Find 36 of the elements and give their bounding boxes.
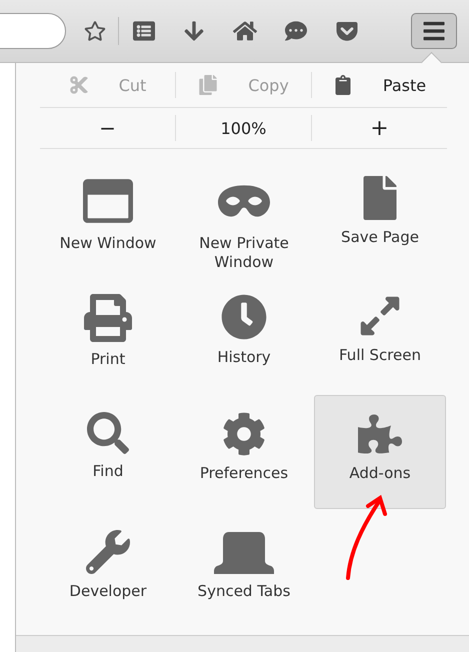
zoom-reset-button[interactable]: 100% (220, 118, 266, 138)
copy-icon (198, 75, 218, 95)
puzzle-icon (358, 412, 402, 456)
menu-item[interactable]: Find (42, 395, 174, 509)
printer-icon (84, 294, 132, 342)
scissors-icon (68, 75, 89, 95)
address-field[interactable] (0, 13, 66, 49)
tab-shape-icon (213, 530, 275, 574)
menu-item[interactable]: History (178, 277, 310, 391)
menu-button[interactable] (411, 13, 457, 49)
menu-item[interactable]: New Window (42, 159, 174, 273)
chat-icon[interactable] (285, 20, 307, 42)
settings-icon (222, 412, 266, 456)
menu-item[interactable]: Preferences (178, 395, 310, 509)
edit-button[interactable]: Paste (382, 76, 426, 94)
home-icon[interactable] (233, 19, 257, 43)
expand-icon (358, 294, 402, 338)
menu-item[interactable]: Print (42, 277, 174, 391)
menu-item[interactable]: Full Screen (314, 277, 446, 391)
wrench-icon (86, 530, 130, 574)
menu-item[interactable]: Synced Tabs (178, 513, 310, 627)
search-icon (87, 412, 129, 454)
download-icon[interactable] (183, 20, 205, 42)
menu-item[interactable]: Developer (42, 513, 174, 627)
zoom-out-button[interactable]: − (99, 116, 116, 140)
window-icon (83, 176, 133, 226)
list-icon[interactable] (133, 20, 155, 42)
star-icon[interactable] (84, 20, 106, 42)
menu-item[interactable]: New Private Window (178, 159, 310, 273)
menu-item[interactable]: Add-ons (314, 395, 446, 509)
menu-item[interactable]: Save Page (314, 159, 446, 273)
pocket-icon[interactable] (335, 19, 359, 43)
menu-icon (422, 19, 446, 43)
zoom-in-button[interactable]: + (370, 116, 389, 140)
clipboard-icon (332, 75, 353, 95)
clock-icon (221, 294, 267, 340)
